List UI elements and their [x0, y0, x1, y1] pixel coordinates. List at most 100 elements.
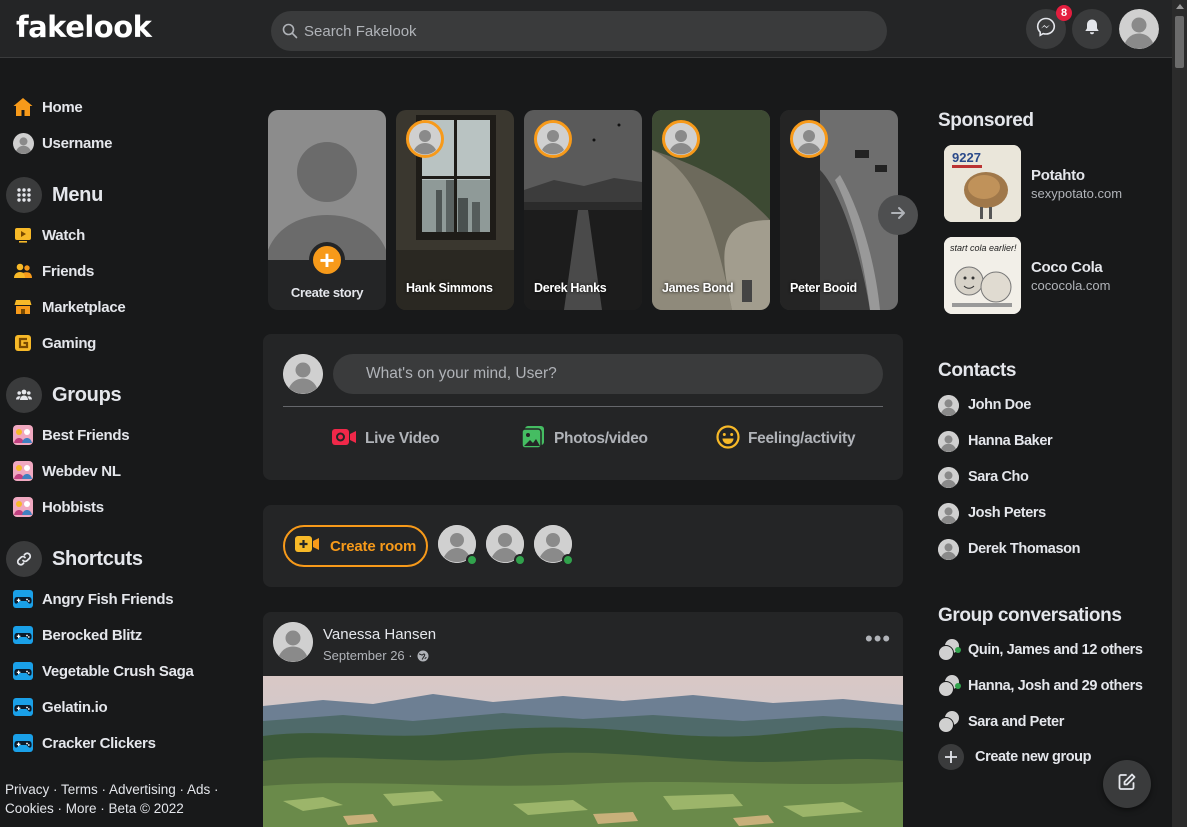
messenger-button[interactable]: 8 — [1026, 5, 1072, 49]
search-input[interactable] — [304, 22, 864, 40]
group-conversations-title: Group conversations — [938, 605, 1122, 626]
avatar — [938, 502, 959, 524]
sidebar-section-menu[interactable]: Menu — [6, 176, 103, 214]
story-name: Peter Booid — [790, 281, 857, 295]
edit-icon — [1117, 772, 1137, 797]
feed-post: Vanessa Hansen September 26 · ••• — [263, 612, 903, 827]
footer-line[interactable]: Privacy · Terms · Advertising · Ads · — [5, 780, 235, 799]
contact-item[interactable]: Hanna Baker — [938, 429, 1053, 453]
feeling-activity-button[interactable]: Feeling/activity — [716, 424, 855, 454]
live-video-button[interactable]: Live Video — [331, 426, 440, 452]
sidebar-item-gaming[interactable]: Gaming — [12, 329, 96, 357]
ad-title: Potahto — [1031, 166, 1085, 184]
rooms-card: Create room — [263, 505, 903, 587]
shortcut-item[interactable]: Cracker Clickers — [12, 729, 156, 757]
group-conversation-item[interactable]: Sara and Peter — [938, 710, 1064, 734]
watch-icon — [12, 224, 34, 246]
post-date[interactable]: September 26 · — [323, 648, 429, 663]
group-avatar — [938, 710, 962, 734]
sidebar-section-shortcuts[interactable]: Shortcuts — [6, 540, 143, 578]
sidebar-group-item[interactable]: Webdev NL — [12, 457, 121, 485]
shortcut-item[interactable]: Vegetable Crush Saga — [12, 657, 194, 685]
post-date-text: September 26 · — [323, 648, 413, 663]
post-image[interactable] — [263, 676, 903, 827]
footer-line[interactable]: Cookies · More · Beta © 2022 — [5, 799, 235, 818]
group-thumbnail-icon — [12, 496, 34, 518]
shortcut-item[interactable]: Angry Fish Friends — [12, 585, 174, 613]
scroll-thumb[interactable] — [1175, 16, 1184, 68]
story-card[interactable]: James Bond — [652, 110, 770, 310]
search-icon — [280, 21, 300, 41]
bell-icon — [1083, 18, 1101, 41]
link-icon — [6, 541, 42, 577]
sidebar-item-marketplace[interactable]: Marketplace — [12, 293, 126, 321]
online-friend-avatar[interactable] — [438, 525, 478, 566]
create-room-button[interactable]: Create room — [283, 525, 428, 567]
group-thumbnail-icon — [12, 424, 34, 446]
logo[interactable]: fakelook — [16, 10, 152, 44]
online-friend-avatar[interactable] — [486, 525, 526, 566]
sidebar-item-username[interactable]: Username — [12, 129, 112, 157]
ad-url: sexypotato.com — [1031, 185, 1123, 201]
story-card[interactable]: Hank Simmons — [396, 110, 514, 310]
plus-icon[interactable]: + — [309, 242, 345, 278]
marketplace-icon — [12, 296, 34, 318]
new-message-button[interactable] — [1103, 760, 1151, 808]
story-name: James Bond — [662, 281, 734, 295]
account-avatar[interactable] — [1119, 9, 1159, 49]
story-card[interactable]: Derek Hanks — [524, 110, 642, 310]
sidebar-group-item[interactable]: Best Friends — [12, 421, 130, 449]
footer-links[interactable]: Privacy · Terms · Advertising · Ads · Co… — [5, 780, 235, 818]
contacts-title: Contacts — [938, 360, 1017, 381]
ad-image: 9227 — [944, 145, 1021, 222]
ad-title: Coco Cola — [1031, 258, 1103, 276]
ad-image-text: 9227 — [952, 150, 981, 165]
group-conversation-item[interactable]: Quin, James and 12 others — [938, 638, 1143, 662]
photos-video-button[interactable]: Photos/video — [521, 425, 648, 454]
photo-icon — [521, 425, 546, 454]
stories-next-button[interactable] — [878, 195, 918, 235]
sponsored-ad[interactable]: 9227 Potahto sexypotato.com — [944, 145, 1122, 222]
online-friend-avatar[interactable] — [534, 525, 574, 566]
contact-item[interactable]: John Doe — [938, 393, 1031, 417]
shortcut-item[interactable]: Berocked Blitz — [12, 621, 142, 649]
page-scrollbar[interactable] — [1172, 0, 1187, 827]
avatar[interactable] — [283, 354, 323, 394]
plus-icon — [938, 744, 964, 770]
story-avatar — [406, 120, 444, 158]
sidebar-item-friends[interactable]: Friends — [12, 257, 94, 285]
gamepad-icon — [12, 732, 34, 754]
sponsored-ad[interactable]: start cola earlier! Coco Cola cococola.c… — [944, 237, 1110, 314]
group-thumbnail-icon — [12, 460, 34, 482]
search-bar[interactable] — [271, 11, 887, 51]
group-avatar — [938, 638, 962, 662]
groups-icon — [6, 377, 42, 413]
gamepad-icon — [12, 624, 34, 646]
contact-item[interactable]: Sara Cho — [938, 465, 1029, 489]
avatar — [938, 430, 959, 452]
story-avatar — [662, 120, 700, 158]
more-options-icon[interactable]: ••• — [865, 628, 891, 650]
contact-item[interactable]: Josh Peters — [938, 501, 1046, 525]
notifications-button[interactable] — [1072, 9, 1112, 49]
story-avatar — [790, 120, 828, 158]
sidebar-item-home[interactable]: Home — [12, 93, 83, 121]
create-story-card[interactable]: + Create story — [268, 110, 386, 310]
scroll-up-arrow[interactable] — [1176, 4, 1184, 9]
story-name: Hank Simmons — [406, 281, 493, 295]
post-author-avatar[interactable] — [273, 622, 313, 662]
sidebar-section-groups[interactable]: Groups — [6, 376, 122, 414]
post-author-name[interactable]: Vanessa Hansen — [323, 626, 436, 643]
shortcut-item[interactable]: Gelatin.io — [12, 693, 108, 721]
live-video-icon — [331, 427, 357, 452]
notification-badge: 8 — [1056, 5, 1072, 21]
video-camera-icon — [294, 535, 320, 558]
contact-item[interactable]: Derek Thomason — [938, 537, 1080, 561]
post-composer: What's on your mind, User? Live Video Ph… — [263, 334, 903, 480]
whats-on-your-mind-input[interactable]: What's on your mind, User? — [333, 354, 883, 394]
smiley-icon — [716, 424, 740, 454]
group-conversation-item[interactable]: Hanna, Josh and 29 others — [938, 674, 1143, 698]
sidebar-group-item[interactable]: Hobbists — [12, 493, 104, 521]
sidebar-item-watch[interactable]: Watch — [12, 221, 85, 249]
create-new-group-button[interactable]: Create new group — [938, 744, 1091, 770]
